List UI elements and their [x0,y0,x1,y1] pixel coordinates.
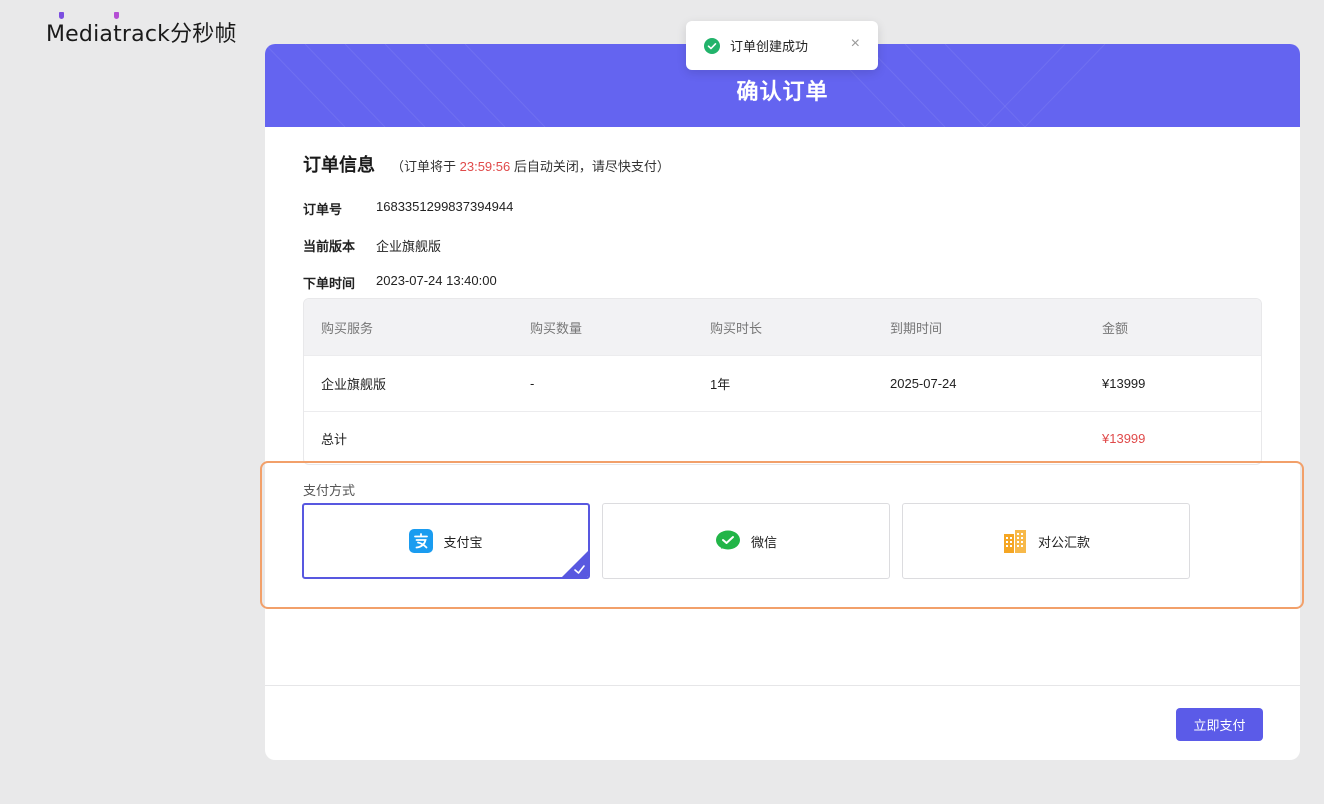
selected-check-icon [562,551,588,577]
total-amount: ¥13999 [1102,430,1146,446]
version-label: 当前版本 [303,239,356,254]
table-cell: 2025-07-24 [890,376,957,391]
version-value: 企业旗舰版 [376,239,442,254]
success-check-icon [704,37,720,54]
order-time-value: 2023-07-24 13:40:00 [376,273,497,288]
table-total-row: 总计 ¥13999 [304,412,1261,464]
payment-option-bank-transfer[interactable]: 对公汇款 [902,503,1190,579]
auto-close-note: （订单将于 23:59:56 后自动关闭，请尽快支付） [391,159,670,174]
payment-option-label: 对公汇款 [1037,534,1090,550]
payment-option-label: 微信 [750,534,777,550]
toast-message: 订单创建成功 [730,39,809,54]
success-toast: 订单创建成功 × [686,21,878,70]
bank-building-icon [1003,530,1026,553]
table-cell: - [530,376,535,391]
payment-options: 支付宝 微信 对公汇款 [302,503,1190,579]
column-header: 购买时长 [710,320,763,336]
column-header: 购买数量 [530,320,583,336]
payment-option-label: 支付宝 [443,534,483,550]
table-cell: ¥13999 [1102,376,1146,391]
total-label: 总计 [321,431,348,447]
logo-mark [59,12,64,19]
column-header: 金额 [1102,320,1129,336]
app-logo: Mediatrack分秒帧 [46,12,237,48]
order-time-row: 下单时间 2023-07-24 13:40:00 [303,273,497,292]
table-header-row: 购买服务 购买数量 购买时长 到期时间 金额 [304,299,1261,356]
payment-method-label: 支付方式 [303,483,356,498]
payment-option-wechat[interactable]: 微信 [602,503,890,579]
alipay-icon [409,529,434,553]
order-confirm-card: 确认订单 订单信息 （订单将于 23:59:56 后自动关闭，请尽快支付） 订单… [265,44,1300,760]
footer-divider [265,685,1300,686]
order-number-label: 订单号 [303,202,343,217]
table-row: 企业旗舰版 - 1年 2025-07-24 ¥13999 [304,356,1261,412]
version-row: 当前版本 企业旗舰版 [303,236,441,255]
order-info-header: 订单信息 （订单将于 23:59:56 后自动关闭，请尽快支付） [303,151,670,177]
section-title: 订单信息 [303,155,375,175]
table-cell: 1年 [710,377,731,392]
logo-mark [114,12,119,19]
wechat-icon [715,530,740,550]
countdown-timer: 23:59:56 [459,159,511,174]
column-header: 到期时间 [890,320,943,336]
payment-option-alipay[interactable]: 支付宝 [302,503,590,579]
column-header: 购买服务 [321,320,374,336]
logo-text: Mediatrack分秒帧 [46,22,237,47]
order-number-value: 1683351299837394944 [376,199,514,214]
close-icon[interactable]: × [851,35,860,53]
page-title: 确认订单 [736,79,829,104]
order-number-row: 订单号 1683351299837394944 [303,199,513,218]
order-time-label: 下单时间 [303,276,356,291]
pay-now-button[interactable]: 立即支付 [1176,708,1263,741]
order-table: 购买服务 购买数量 购买时长 到期时间 金额 企业旗舰版 - 1年 2025-0… [303,298,1262,465]
table-cell: 企业旗舰版 [321,377,387,392]
